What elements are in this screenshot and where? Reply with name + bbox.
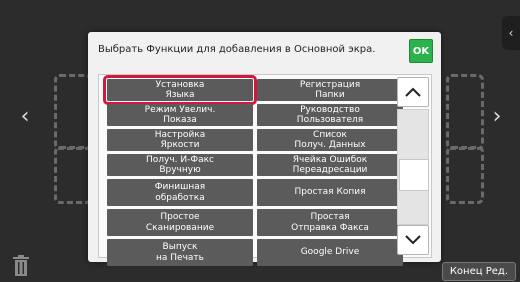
side-panel-tab[interactable]: ‹ [502,16,520,50]
function-item[interactable]: Простая Отправка Факса [257,209,403,236]
function-item[interactable]: Список Получ. Данных [257,129,403,151]
function-item[interactable]: Ячейка Ошибок Переадресации [257,154,403,176]
ok-button[interactable]: OK [409,39,433,63]
chevron-left-icon: ‹ [20,103,30,129]
function-item[interactable]: Установка Языка [103,75,257,105]
function-item[interactable]: Google Drive [257,239,403,266]
function-item[interactable]: Регистрация Папки [257,79,403,101]
function-select-dialog: Выбрать Функции для добавления в Основно… [88,32,441,266]
function-item[interactable]: Руководство Пользователя [257,104,403,126]
prev-page-button[interactable]: ‹ [16,96,34,136]
dialog-title: Выбрать Функции для добавления в Основно… [98,44,376,55]
scroll-thumb[interactable] [399,159,429,191]
home-slot-placeholder [446,146,484,204]
scroll-up-button[interactable] [397,77,429,107]
function-item[interactable]: Финишная обработка [107,179,253,206]
scrollbar[interactable] [397,77,429,255]
function-item[interactable]: Получ. И-Факс Вручную [107,154,253,176]
chevron-right-icon: › [492,103,502,129]
function-grid: Установка Языка Регистрация Папки Режим Ув… [103,75,409,266]
scroll-down-button[interactable] [397,225,429,255]
trash-icon [13,255,29,276]
function-item[interactable]: Режим Увелич. Показа [107,104,253,126]
home-slot-placeholder [446,74,484,150]
function-item[interactable]: Настройка Яркости [107,129,253,151]
chevron-down-icon [405,235,421,245]
function-item[interactable]: Выпуск на Печать [107,239,253,266]
trash-button[interactable] [10,254,32,278]
home-slot-placeholder [54,74,92,150]
next-page-button[interactable]: › [488,96,506,136]
chevron-left-icon: ‹ [508,26,514,40]
chevron-up-icon [405,87,421,97]
home-slot-placeholder [54,146,92,204]
function-list: Установка Языка Регистрация Папки Режим Ув… [98,74,432,266]
scroll-track[interactable] [397,109,429,225]
function-item[interactable]: Простое Сканирование [107,209,253,236]
function-item[interactable]: Простая Копия [257,179,403,206]
end-edit-button[interactable]: Конец Ред. [441,262,516,281]
